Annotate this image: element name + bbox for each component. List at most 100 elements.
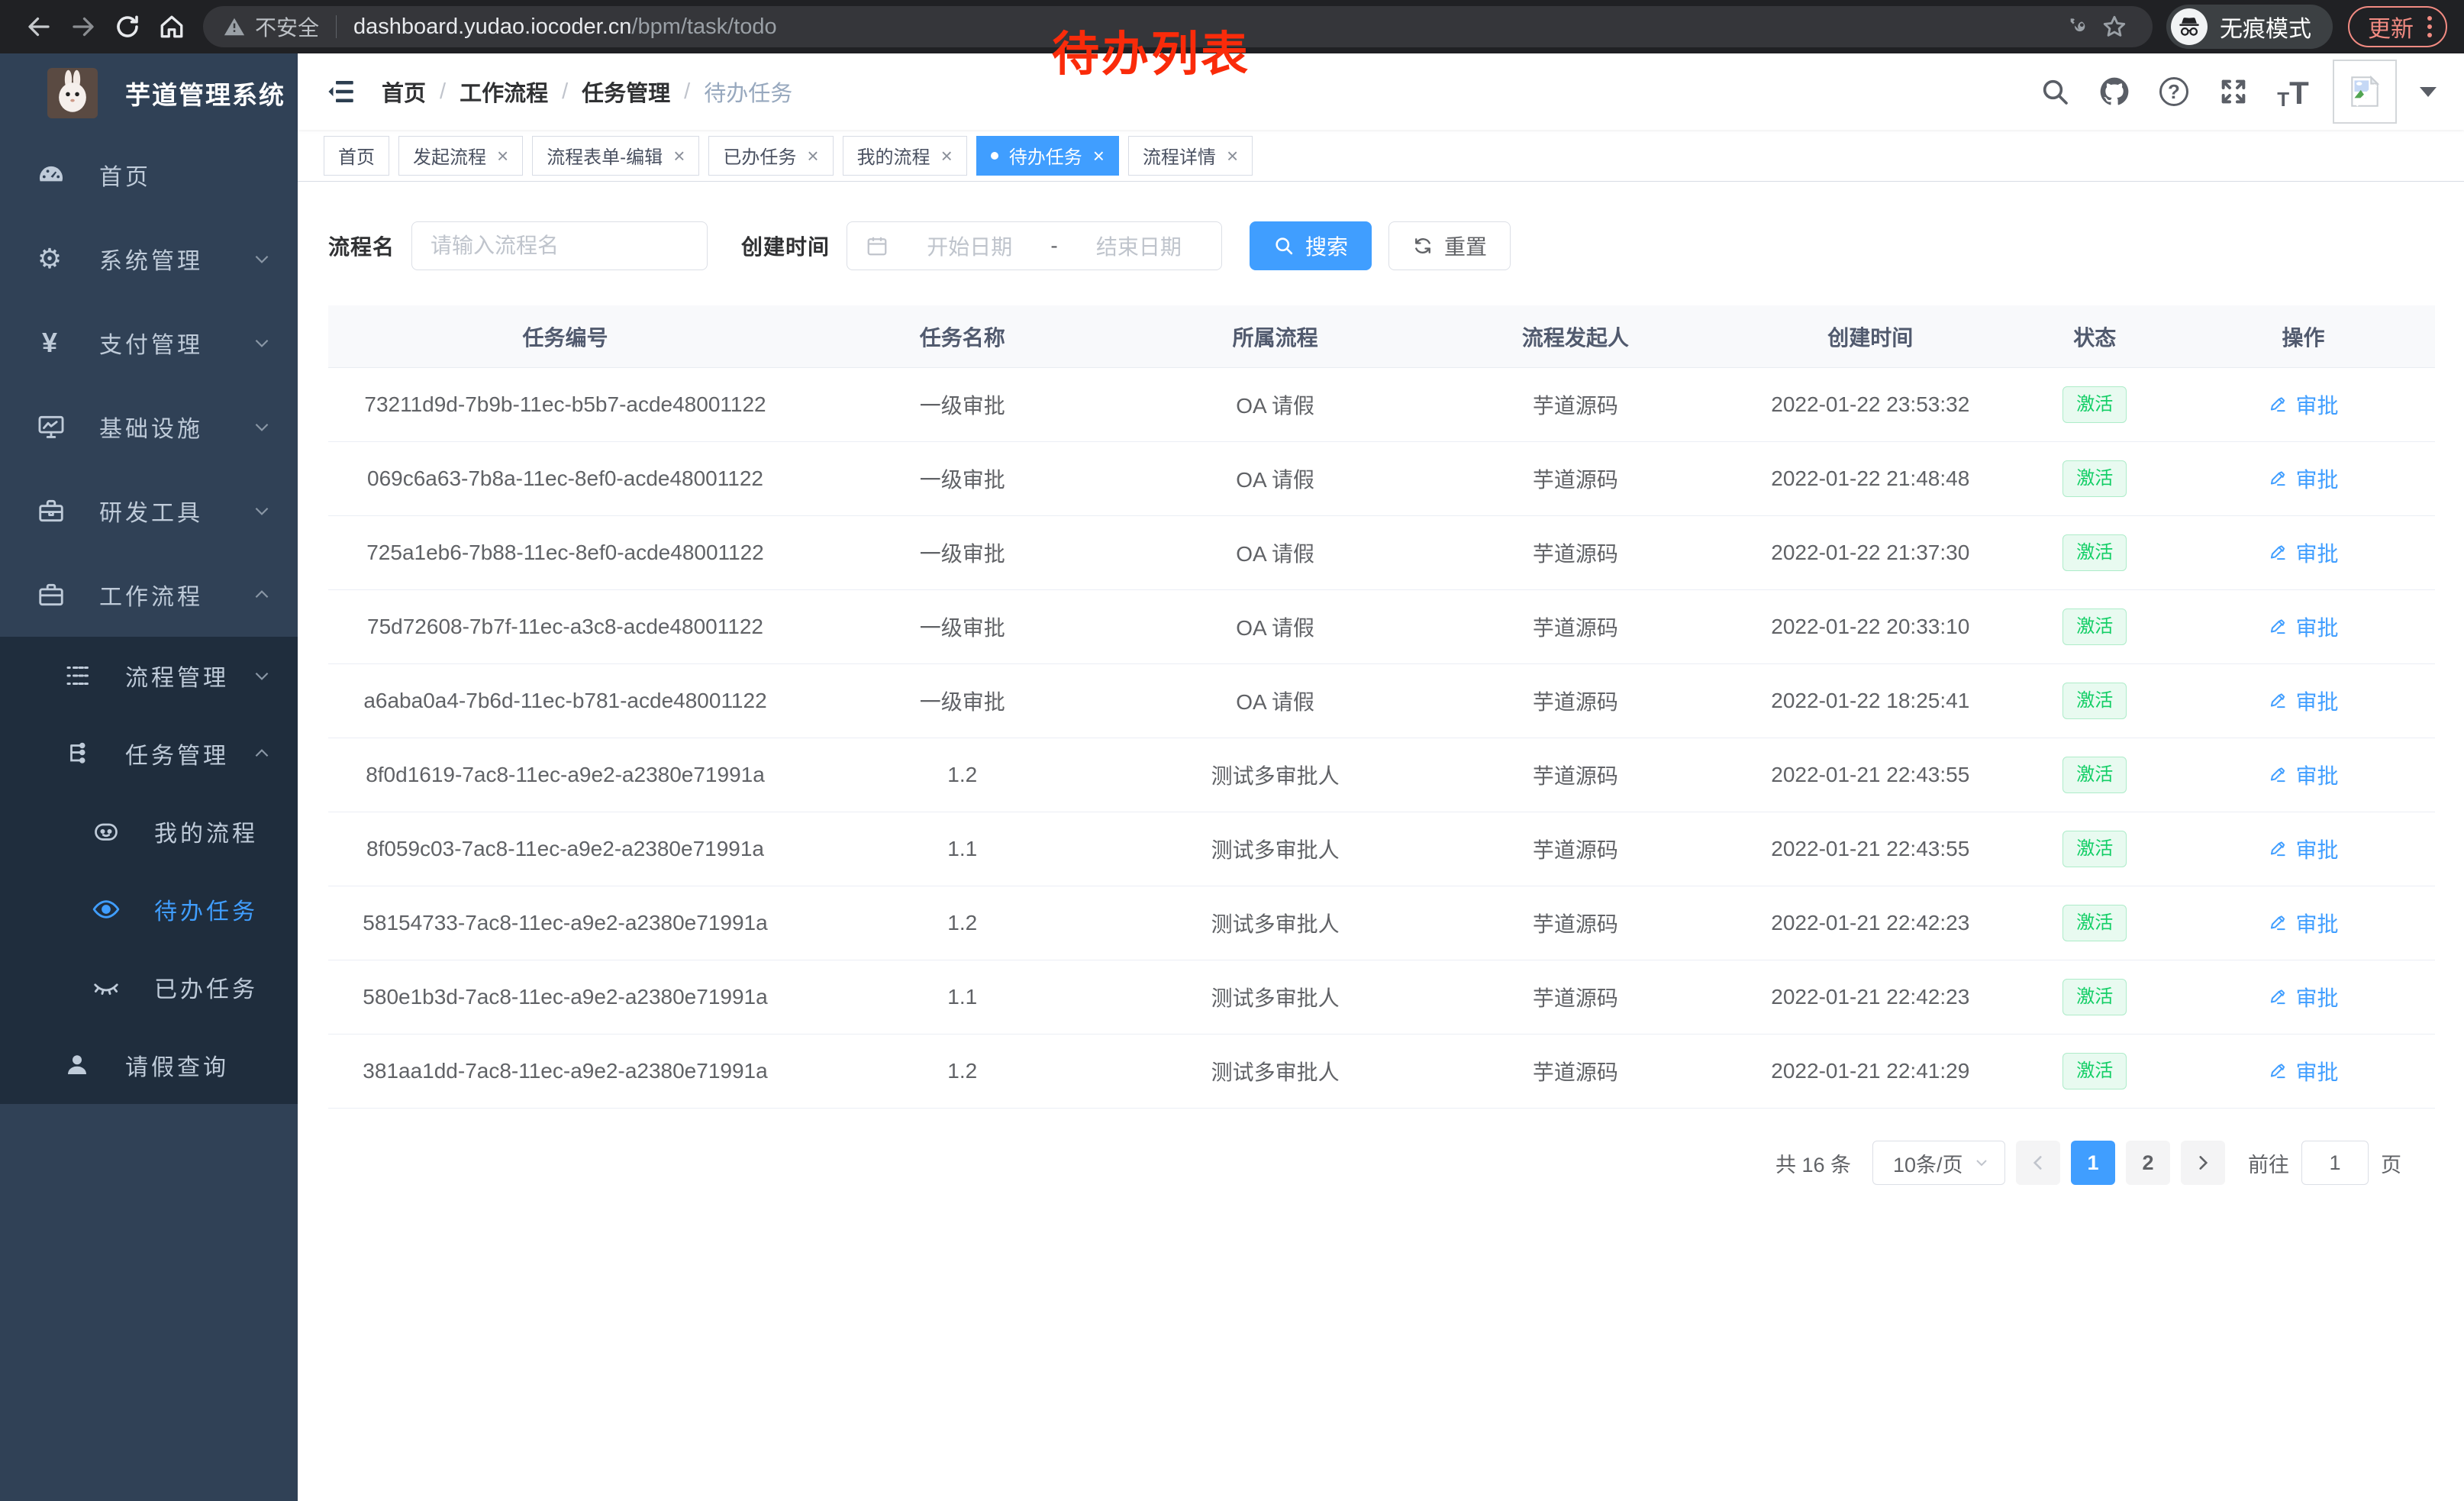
close-icon[interactable]: × bbox=[497, 146, 508, 166]
date-range-picker[interactable]: 开始日期 - 结束日期 bbox=[847, 221, 1222, 270]
tab-my-process[interactable]: 我的流程 × bbox=[843, 136, 967, 176]
approve-button[interactable]: 审批 bbox=[2268, 908, 2338, 938]
task-name: 一级审批 bbox=[802, 612, 1123, 642]
help-icon[interactable]: ? bbox=[2154, 72, 2194, 111]
sidebar-item-infrastructure[interactable]: 基础设施 bbox=[0, 385, 298, 469]
table-row: 725a1eb6-7b88-11ec-8ef0-acde48001122 一级审… bbox=[328, 516, 2435, 590]
edit-icon bbox=[2268, 469, 2288, 489]
task-process: 测试多审批人 bbox=[1123, 908, 1428, 938]
breadcrumb-item[interactable]: 任务管理 bbox=[582, 76, 670, 108]
tab-todo-tasks[interactable]: 待办任务 × bbox=[976, 136, 1119, 176]
breadcrumb-item[interactable]: 首页 bbox=[382, 76, 426, 108]
chevron-up-icon bbox=[252, 585, 272, 605]
bookmark-star-icon[interactable] bbox=[2096, 8, 2133, 45]
chevron-down-icon bbox=[252, 333, 272, 353]
task-id: a6aba0a4-7b6d-11ec-b781-acde48001122 bbox=[328, 689, 802, 713]
app-logo[interactable]: 芋道管理系统 bbox=[0, 53, 298, 133]
forward-icon[interactable] bbox=[61, 5, 105, 49]
todo-task-table: 任务编号 任务名称 所属流程 流程发起人 创建时间 状态 操作 73211d9d… bbox=[328, 305, 2435, 1109]
approve-button[interactable]: 审批 bbox=[2268, 834, 2338, 864]
close-icon[interactable]: × bbox=[1227, 146, 1238, 166]
tab-process-form-edit[interactable]: 流程表单-编辑 × bbox=[532, 136, 699, 176]
reset-button[interactable]: 重置 bbox=[1388, 221, 1511, 270]
sidebar-item-label: 待办任务 bbox=[154, 893, 272, 926]
task-name: 一级审批 bbox=[802, 463, 1123, 494]
search-button[interactable]: 搜索 bbox=[1250, 221, 1372, 270]
sidebar-item-devtools[interactable]: 研发工具 bbox=[0, 469, 298, 553]
sidebar-item-process-management[interactable]: 流程管理 bbox=[0, 637, 298, 715]
approve-button[interactable]: 审批 bbox=[2268, 463, 2338, 494]
fullscreen-icon[interactable] bbox=[2214, 72, 2253, 111]
goto-suffix: 页 bbox=[2381, 1148, 2401, 1178]
date-separator: - bbox=[1050, 234, 1057, 258]
page-button-2[interactable]: 2 bbox=[2126, 1141, 2170, 1185]
end-date-placeholder: 结束日期 bbox=[1075, 231, 1203, 261]
password-key-icon[interactable] bbox=[2059, 8, 2096, 45]
table-row: 73211d9d-7b9b-11ec-b5b7-acde48001122 一级审… bbox=[328, 368, 2435, 442]
sidebar-fold-icon[interactable] bbox=[325, 76, 357, 108]
tab-done-tasks[interactable]: 已办任务 × bbox=[708, 136, 833, 176]
back-icon[interactable] bbox=[17, 5, 61, 49]
page-button-1[interactable]: 1 bbox=[2071, 1141, 2115, 1185]
approve-button[interactable]: 审批 bbox=[2268, 760, 2338, 790]
user-icon bbox=[61, 1051, 93, 1079]
task-process: OA 请假 bbox=[1123, 389, 1428, 420]
pagination: 共 16 条 10条/页 1 2 前往 页 bbox=[328, 1141, 2401, 1185]
process-name-input[interactable] bbox=[411, 221, 708, 270]
approve-button[interactable]: 审批 bbox=[2268, 537, 2338, 568]
sidebar-item-system[interactable]: ⚙ 系统管理 bbox=[0, 217, 298, 301]
close-icon[interactable]: × bbox=[941, 146, 953, 166]
approve-button[interactable]: 审批 bbox=[2268, 1056, 2338, 1086]
column-header: 操作 bbox=[2172, 321, 2435, 352]
prev-page-button[interactable] bbox=[2016, 1141, 2060, 1185]
home-icon[interactable] bbox=[150, 5, 194, 49]
tab-label: 我的流程 bbox=[857, 142, 930, 169]
reload-icon[interactable] bbox=[105, 5, 150, 49]
approve-button[interactable]: 审批 bbox=[2268, 612, 2338, 642]
sidebar-item-todo-tasks[interactable]: 待办任务 bbox=[0, 870, 298, 948]
sidebar-item-task-management[interactable]: 任务管理 bbox=[0, 715, 298, 792]
sidebar-item-leave-query[interactable]: 请假查询 bbox=[0, 1026, 298, 1104]
sidebar-item-workflow[interactable]: 工作流程 bbox=[0, 553, 298, 637]
avatar-caret-icon[interactable] bbox=[2420, 87, 2437, 97]
close-icon[interactable]: × bbox=[1093, 146, 1105, 166]
tab-start-process[interactable]: 发起流程 × bbox=[398, 136, 523, 176]
browser-menu-icon[interactable] bbox=[2427, 16, 2432, 37]
approve-button[interactable]: 审批 bbox=[2268, 389, 2338, 420]
breadcrumb-item[interactable]: 工作流程 bbox=[460, 76, 548, 108]
status-badge: 激活 bbox=[2062, 683, 2127, 718]
approve-button[interactable]: 审批 bbox=[2268, 686, 2338, 716]
font-size-icon[interactable]: TT bbox=[2273, 72, 2313, 111]
task-name: 一级审批 bbox=[802, 389, 1123, 420]
task-name: 1.1 bbox=[802, 985, 1123, 1009]
task-created: 2022-01-22 21:48:48 bbox=[1723, 466, 2017, 491]
sidebar-item-home[interactable]: 首页 bbox=[0, 133, 298, 217]
incognito-icon bbox=[2171, 8, 2208, 45]
task-name: 1.1 bbox=[802, 837, 1123, 861]
tab-home[interactable]: 首页 bbox=[324, 136, 389, 176]
task-name: 一级审批 bbox=[802, 686, 1123, 716]
close-icon[interactable]: × bbox=[673, 146, 685, 166]
breadcrumb-separator: / bbox=[562, 79, 568, 105]
github-icon[interactable] bbox=[2095, 72, 2134, 111]
status-badge: 激活 bbox=[2062, 905, 2127, 941]
page-size-select[interactable]: 10条/页 bbox=[1872, 1141, 2005, 1185]
sidebar-item-done-tasks[interactable]: 已办任务 bbox=[0, 948, 298, 1026]
search-icon[interactable] bbox=[2035, 72, 2075, 111]
tab-label: 流程详情 bbox=[1143, 142, 1216, 169]
next-page-button[interactable] bbox=[2181, 1141, 2225, 1185]
table-row: 580e1b3d-7ac8-11ec-a9e2-a2380e71991a 1.1… bbox=[328, 960, 2435, 1035]
goto-page-input[interactable] bbox=[2301, 1141, 2369, 1185]
sidebar-item-label: 系统管理 bbox=[99, 242, 252, 276]
task-process: OA 请假 bbox=[1123, 686, 1428, 716]
security-warning[interactable]: 不安全 bbox=[223, 11, 319, 42]
close-icon[interactable]: × bbox=[807, 146, 818, 166]
sidebar-item-payment[interactable]: ¥ 支付管理 bbox=[0, 301, 298, 385]
app-title: 芋道管理系统 bbox=[125, 75, 285, 111]
sidebar-item-my-process[interactable]: 我的流程 bbox=[0, 792, 298, 870]
avatar[interactable] bbox=[2333, 60, 2397, 124]
tab-process-detail[interactable]: 流程详情 × bbox=[1128, 136, 1253, 176]
update-button[interactable]: 更新 bbox=[2348, 6, 2447, 47]
approve-button[interactable]: 审批 bbox=[2268, 982, 2338, 1012]
question-mark: ? bbox=[2159, 77, 2188, 106]
